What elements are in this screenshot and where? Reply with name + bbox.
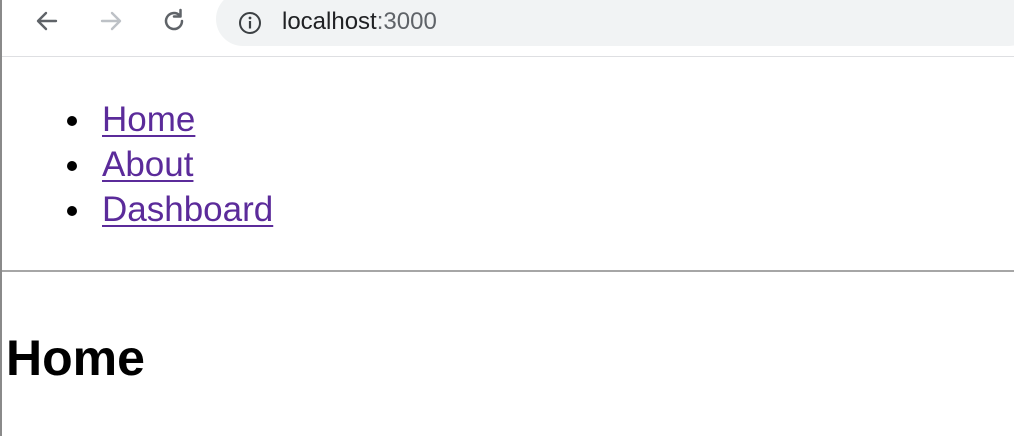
arrow-left-icon [36,11,58,31]
reload-button[interactable] [157,4,191,38]
nav-link-home[interactable]: Home [102,100,195,139]
arrow-right-icon [100,11,122,31]
nav-link-dashboard[interactable]: Dashboard [102,190,273,229]
browser-toolbar: localhost:3000 [2,0,1014,57]
browser-window: localhost:3000 Home About Dashboard Home [0,0,1014,436]
back-button[interactable] [30,4,64,38]
bullet [67,161,77,171]
horizontal-rule [2,270,1014,272]
url-host: localhost [282,8,377,35]
bullet [67,206,77,216]
url-port: :3000 [376,8,437,35]
address-bar[interactable]: localhost:3000 [216,0,1014,46]
info-circle-icon[interactable] [238,11,262,35]
nav-link-about[interactable]: About [102,145,193,184]
list-item: Home [64,97,273,142]
url-text[interactable]: localhost:3000 [282,7,437,37]
reload-icon [164,8,184,31]
page-title: Home [6,330,145,386]
bullet [67,116,77,126]
list-item: About [64,142,273,187]
list-item: Dashboard [64,187,273,232]
nav-list: Home About Dashboard [64,97,273,232]
forward-button[interactable] [94,4,128,38]
